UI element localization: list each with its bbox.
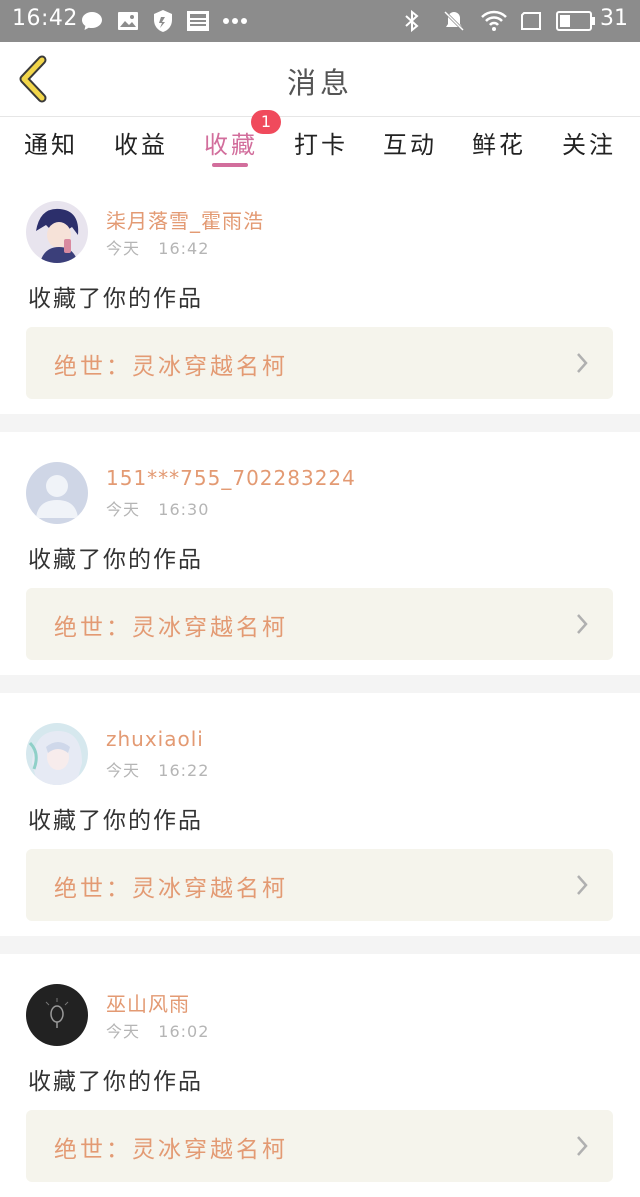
message-list: 柒月落雪_霍雨浩 今天 16:42 收藏了你的作品 绝世：灵冰穿越名柯 151*…	[0, 171, 640, 1197]
work-title: 绝世：灵冰穿越名柯	[54, 876, 288, 902]
work-link[interactable]: 绝世：灵冰穿越名柯	[26, 327, 613, 399]
divider	[0, 414, 640, 432]
timestamp-time: 16:02	[158, 1022, 210, 1041]
chevron-right-icon	[577, 875, 588, 895]
message-text: 收藏了你的作品	[28, 808, 203, 834]
battery-percent: 31	[600, 6, 628, 31]
list-item: 柒月落雪_霍雨浩 今天 16:42 收藏了你的作品 绝世：灵冰穿越名柯	[0, 171, 640, 414]
bluetooth-icon	[405, 9, 419, 33]
title-bar: 消息	[0, 42, 640, 117]
timestamp: 今天 16:42	[106, 235, 209, 259]
tab-interaction[interactable]: 互动	[375, 125, 445, 160]
avatar[interactable]	[26, 462, 88, 524]
wifi-icon	[481, 10, 507, 31]
chevron-right-icon	[577, 353, 588, 373]
timestamp-time: 16:30	[158, 500, 210, 519]
tab-bar: 通知 收益 收藏 打卡 互动 鲜花 关注	[0, 117, 640, 171]
chat-icon	[82, 12, 102, 30]
avatar[interactable]	[26, 723, 88, 785]
work-title: 绝世：灵冰穿越名柯	[54, 1137, 288, 1163]
username[interactable]: 151***755_702283224	[106, 466, 356, 490]
message-text: 收藏了你的作品	[28, 286, 203, 312]
tab-follow[interactable]: 关注	[554, 125, 624, 160]
timestamp: 今天 16:02	[106, 1018, 209, 1042]
timestamp-day: 今天	[106, 239, 141, 258]
work-link[interactable]: 绝世：灵冰穿越名柯	[26, 1110, 613, 1182]
list-item: 巫山风雨 今天 16:02 收藏了你的作品 绝世：灵冰穿越名柯	[0, 954, 640, 1197]
battery-icon	[556, 11, 595, 31]
status-bar: 16:42 31	[0, 0, 640, 42]
timestamp-time: 16:42	[158, 239, 210, 258]
status-time: 16:42	[12, 6, 78, 31]
chevron-right-icon	[577, 614, 588, 634]
tab-notifications[interactable]: 通知	[16, 125, 86, 160]
username[interactable]: 柒月落雪_霍雨浩	[106, 205, 264, 234]
list-item: 151***755_702283224 今天 16:30 收藏了你的作品 绝世：…	[0, 432, 640, 675]
message-text: 收藏了你的作品	[28, 547, 203, 573]
message-text: 收藏了你的作品	[28, 1069, 203, 1095]
tab-flowers[interactable]: 鲜花	[464, 125, 534, 160]
timestamp: 今天 16:22	[106, 757, 209, 781]
divider	[0, 675, 640, 693]
tab-checkin[interactable]: 打卡	[286, 125, 356, 160]
mute-icon	[443, 10, 465, 32]
timestamp-time: 16:22	[158, 761, 210, 780]
timestamp-day: 今天	[106, 500, 141, 519]
list-item: zhuxiaoli 今天 16:22 收藏了你的作品 绝世：灵冰穿越名柯	[0, 693, 640, 936]
timestamp: 今天 16:30	[106, 496, 209, 520]
timestamp-day: 今天	[106, 1022, 141, 1041]
news-icon	[187, 11, 209, 31]
work-link[interactable]: 绝世：灵冰穿越名柯	[26, 588, 613, 660]
active-tab-indicator	[212, 163, 248, 167]
page-title: 消息	[286, 66, 353, 100]
username[interactable]: 巫山风雨	[106, 988, 190, 1017]
shield-icon	[154, 10, 172, 32]
work-title: 绝世：灵冰穿越名柯	[54, 354, 288, 380]
divider	[0, 936, 640, 954]
work-title: 绝世：灵冰穿越名柯	[54, 615, 288, 641]
avatar[interactable]	[26, 201, 88, 263]
tab-badge: 1	[251, 110, 281, 134]
timestamp-day: 今天	[106, 761, 141, 780]
username[interactable]: zhuxiaoli	[106, 727, 204, 751]
more-dots-icon	[223, 18, 247, 24]
work-link[interactable]: 绝世：灵冰穿越名柯	[26, 849, 613, 921]
tab-earnings[interactable]: 收益	[106, 125, 176, 160]
avatar[interactable]	[26, 984, 88, 1046]
image-icon	[118, 12, 138, 30]
screen-icon	[521, 12, 541, 30]
